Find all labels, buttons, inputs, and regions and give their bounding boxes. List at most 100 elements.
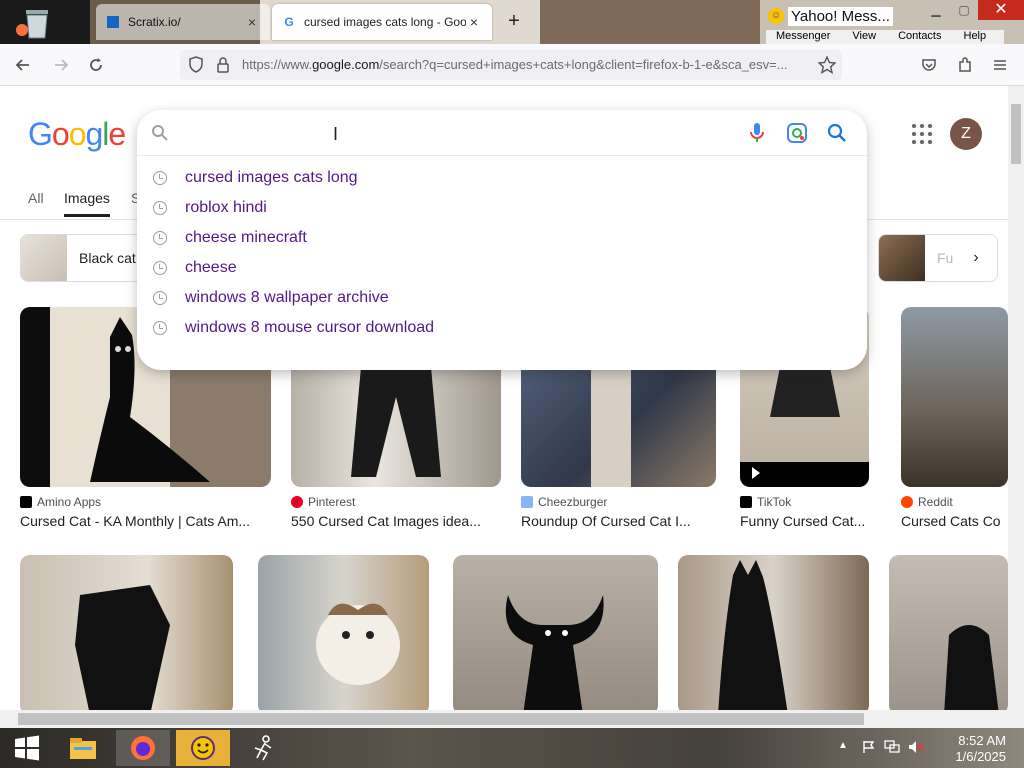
result-caption[interactable]: Funny Cursed Cat... (740, 513, 869, 529)
suggestion-item[interactable]: cheese (137, 253, 867, 283)
result-caption[interactable]: Cursed Cats Co (901, 513, 1008, 529)
result-caption[interactable]: Cursed Cat - KA Monthly | Cats Am... (20, 513, 271, 529)
google-logo[interactable]: Google (28, 116, 126, 153)
result-card[interactable]: Reddit Cursed Cats Co (901, 307, 1008, 529)
yahoo-messenger-taskbar-icon[interactable] (176, 730, 230, 766)
suggestion-item[interactable]: windows 8 mouse cursor download (137, 313, 867, 343)
lock-icon[interactable] (216, 56, 230, 79)
browser-tab-strip: Scratix.io/ × G cursed images cats long … (0, 0, 1024, 46)
tiktok-icon (740, 496, 752, 508)
volume-muted-icon[interactable] (908, 740, 924, 757)
clock-date[interactable]: 1/6/2025 (944, 749, 1006, 764)
forward-arrow-icon[interactable] (48, 52, 74, 78)
search-input[interactable] (183, 120, 743, 146)
clock-time[interactable]: 8:52 AM (948, 733, 1006, 748)
result-card[interactable] (258, 555, 429, 710)
search-submit-icon[interactable] (827, 123, 847, 148)
tab-images[interactable]: Images (64, 190, 110, 217)
result-image[interactable] (20, 555, 233, 710)
maximize-button[interactable]: ▢ (950, 0, 978, 20)
result-image[interactable] (453, 555, 658, 710)
result-card[interactable] (678, 555, 869, 710)
shield-icon[interactable] (188, 56, 204, 79)
close-window-button[interactable]: ✕ (978, 0, 1024, 20)
show-hidden-icons-icon[interactable]: ▲ (838, 740, 848, 751)
reddit-icon (901, 496, 913, 508)
browser-tab-active[interactable]: G cursed images cats long - Goog × (272, 4, 492, 40)
yahoo-window-title: Yahoo! Mess... (788, 6, 893, 26)
result-card[interactable] (453, 555, 658, 710)
result-source: TikTok (740, 495, 869, 509)
result-image[interactable] (258, 555, 429, 710)
window-controls: ▁ ▢ ✕ (922, 0, 1024, 22)
microphone-icon[interactable] (749, 122, 765, 149)
tab-title: Scratix.io/ (128, 15, 181, 29)
reload-icon[interactable] (83, 52, 109, 78)
close-tab-icon[interactable]: × (244, 14, 260, 30)
cheezburger-icon (521, 496, 533, 508)
url-text: https://www.google.com/search?q=cursed+i… (242, 57, 788, 72)
chip-funny[interactable]: Fu › (878, 234, 998, 282)
google-results-page: Google Z All Images S Black cat Fu › Ami… (0, 86, 1008, 710)
browser-tab[interactable]: Scratix.io/ × (96, 4, 270, 40)
result-source: Amino Apps (20, 495, 271, 509)
history-clock-icon (153, 261, 167, 275)
pinterest-icon (291, 496, 303, 508)
account-avatar[interactable]: Z (950, 118, 982, 150)
result-image[interactable] (678, 555, 869, 710)
history-clock-icon (153, 321, 167, 335)
result-source: Cheezburger (521, 495, 716, 509)
history-clock-icon (153, 291, 167, 305)
google-lens-icon[interactable] (787, 123, 807, 148)
history-clock-icon (153, 231, 167, 245)
address-bar[interactable]: https://www.google.com/search?q=cursed+i… (180, 50, 842, 80)
suggestion-item[interactable]: roblox hindi (137, 193, 867, 223)
yahoo-messenger-titlebar[interactable]: ☺ Yahoo! Mess... (768, 4, 893, 28)
result-caption[interactable]: 550 Cursed Cat Images idea... (291, 513, 501, 529)
suggestion-item[interactable]: cheese minecraft (137, 223, 867, 253)
windows-start-icon[interactable] (0, 730, 54, 766)
windows-taskbar: ▲ 8:52 AM 1/6/2025 (0, 728, 1024, 768)
history-clock-icon (153, 171, 167, 185)
result-card[interactable] (20, 555, 233, 710)
close-tab-icon[interactable]: × (466, 14, 482, 30)
search-suggestions-dropdown: I cursed images cats long roblox hindi c… (137, 110, 867, 370)
scrollbar-thumb[interactable] (1011, 104, 1021, 164)
minimize-button[interactable]: ▁ (922, 0, 950, 20)
yahoo-smiley-icon: ☺ (768, 8, 784, 24)
vertical-scrollbar[interactable] (1008, 86, 1024, 710)
chip-thumbnail (21, 235, 67, 281)
result-source: Pinterest (291, 495, 501, 509)
result-image[interactable] (901, 307, 1008, 487)
google-apps-icon[interactable] (912, 124, 932, 144)
text-cursor-icon: I (333, 124, 339, 144)
running-man-icon[interactable] (236, 730, 290, 766)
suggestion-item[interactable]: cursed images cats long (137, 163, 867, 193)
chip-black-cat[interactable]: Black cat (20, 234, 150, 282)
bookmark-star-icon[interactable] (817, 55, 837, 79)
tab-all[interactable]: All (28, 190, 44, 206)
hamburger-menu-icon[interactable] (987, 52, 1013, 78)
back-arrow-icon[interactable] (10, 52, 36, 78)
new-tab-button[interactable]: + (500, 10, 528, 34)
network-icon[interactable] (884, 740, 900, 757)
action-center-flag-icon[interactable] (862, 740, 876, 757)
chevron-right-icon[interactable]: › (973, 249, 978, 267)
firefox-taskbar-icon[interactable] (116, 730, 170, 766)
chip-label: Black cat (79, 250, 136, 266)
pocket-icon[interactable] (916, 52, 942, 78)
system-tray: ▲ 8:52 AM 1/6/2025 (838, 728, 1024, 768)
search-icon (151, 124, 169, 147)
scrollbar-thumb[interactable] (18, 713, 864, 725)
history-clock-icon (153, 201, 167, 215)
file-explorer-icon[interactable] (56, 730, 110, 766)
suggestion-item[interactable]: windows 8 wallpaper archive (137, 283, 867, 313)
horizontal-scrollbar[interactable] (0, 710, 1024, 728)
result-caption[interactable]: Roundup Of Cursed Cat I... (521, 513, 716, 529)
result-image[interactable] (889, 555, 1008, 710)
amino-icon (20, 496, 32, 508)
recycle-bin-icon[interactable] (16, 6, 58, 40)
result-card[interactable] (889, 555, 1008, 710)
google-favicon-icon: G (284, 15, 294, 29)
extensions-icon[interactable] (952, 52, 978, 78)
